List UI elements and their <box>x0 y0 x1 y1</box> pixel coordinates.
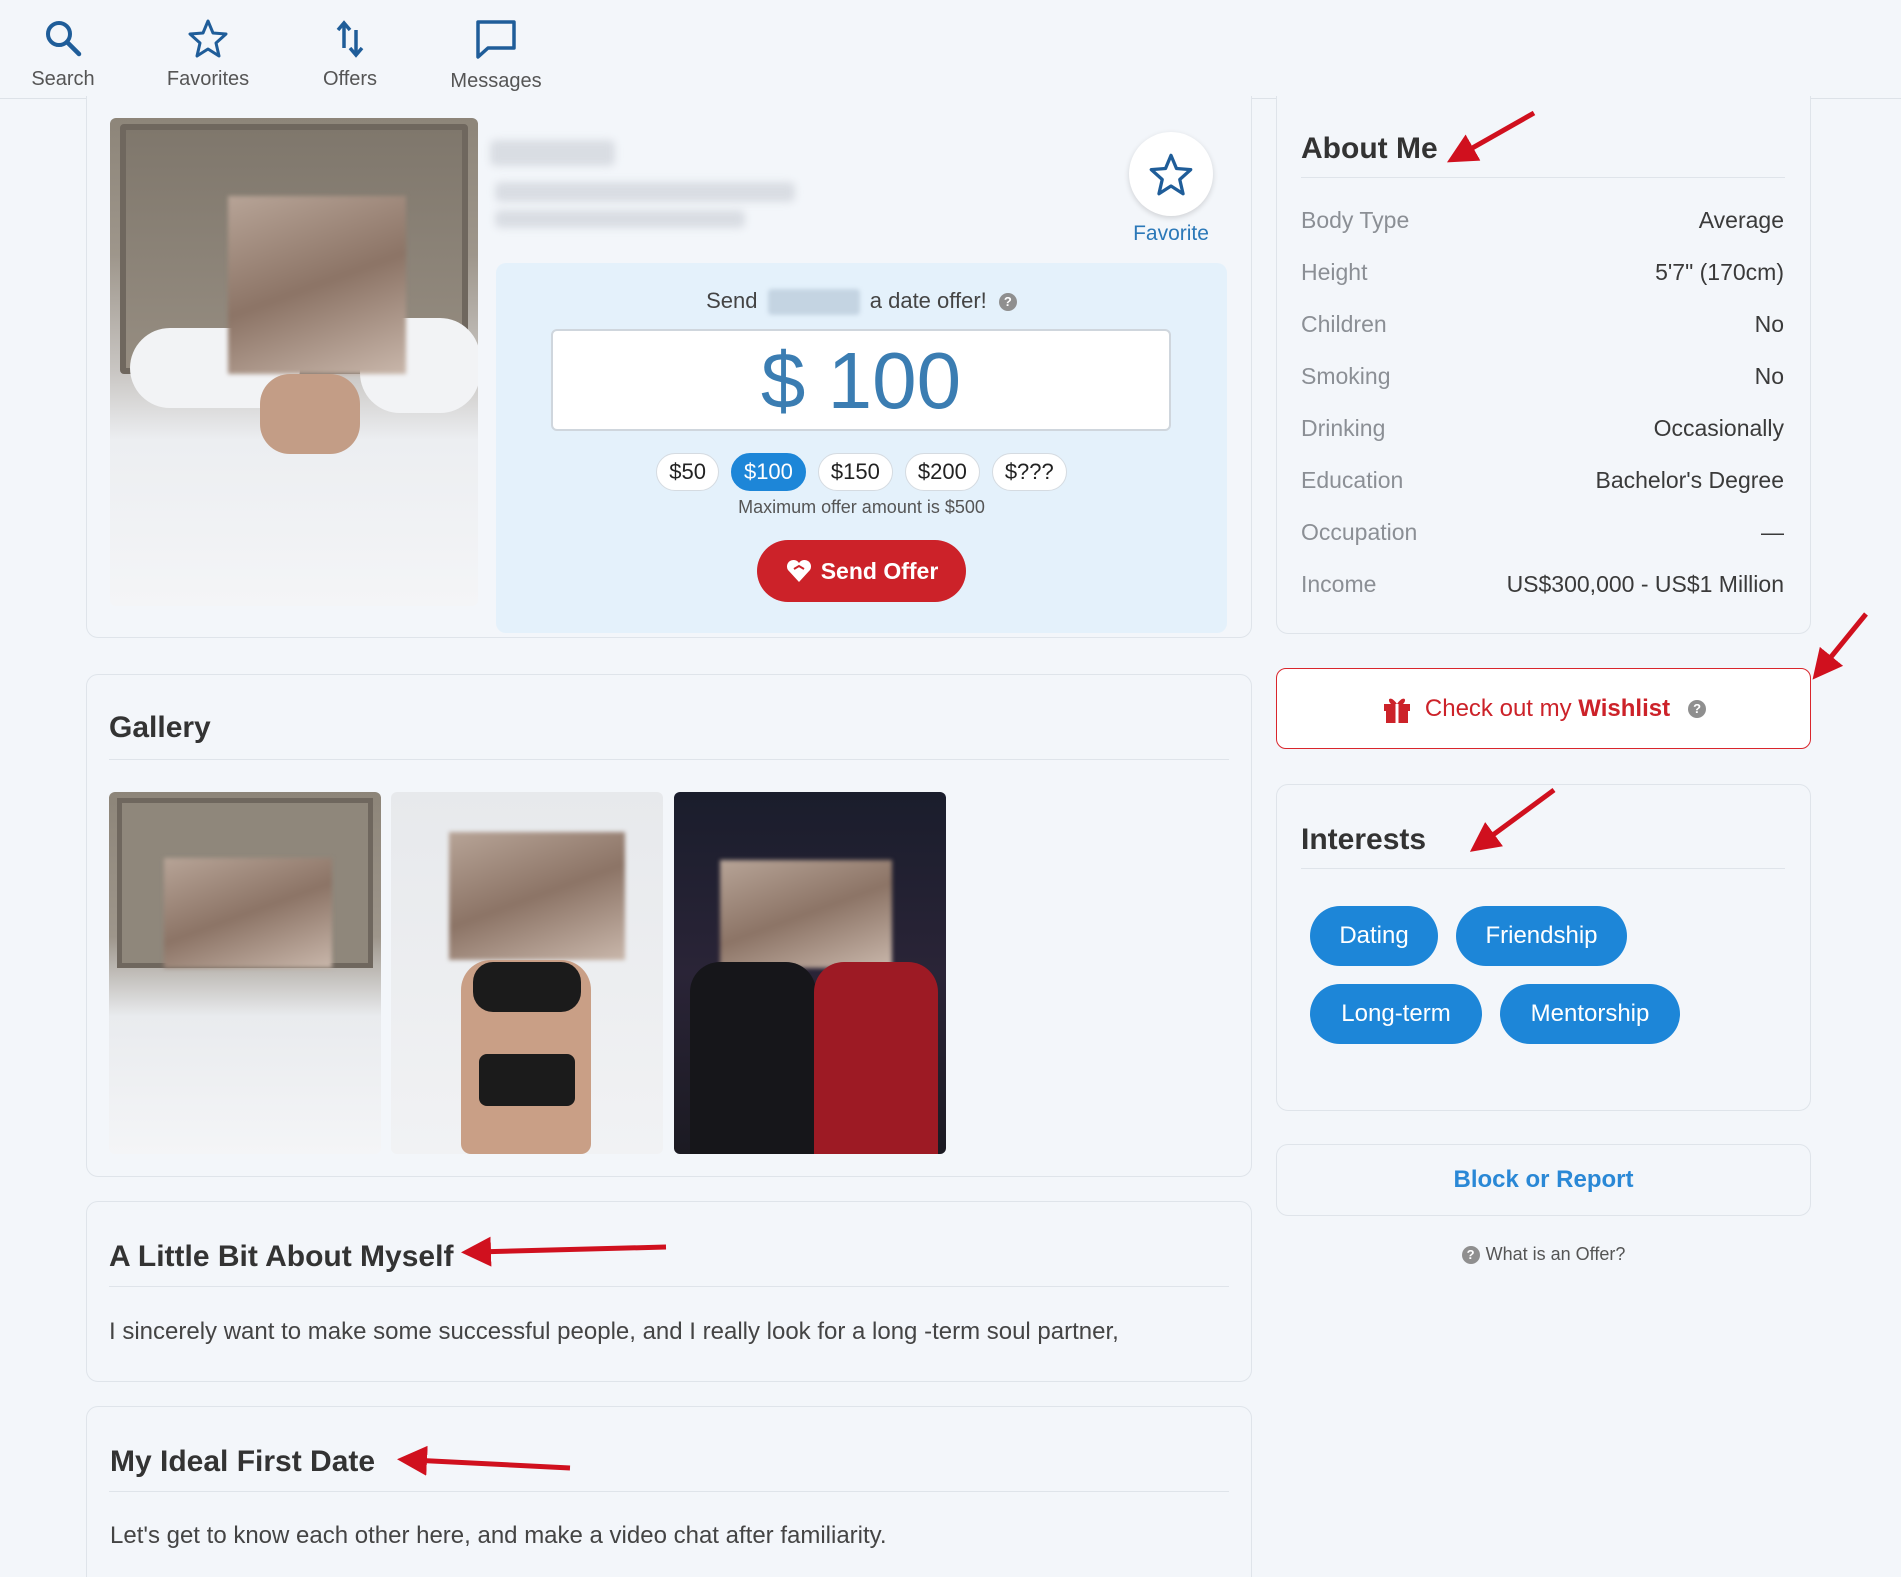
block-or-report-button[interactable]: Block or Report <box>1276 1144 1811 1216</box>
currency-symbol: $ <box>760 336 806 425</box>
blurred-face <box>449 832 625 960</box>
nav-messages[interactable]: Messages <box>446 0 546 99</box>
height-label: Height <box>1301 259 1368 285</box>
ideal-date-title: My Ideal First Date <box>110 1445 376 1478</box>
drinking-label: Drinking <box>1301 415 1386 441</box>
send-offer-label: Send Offer <box>820 557 939 584</box>
blurred-face <box>228 196 406 374</box>
about-me-title: About Me <box>1301 132 1438 165</box>
wishlist-button[interactable]: Check out my Wishlist ? <box>1276 668 1811 749</box>
help-icon[interactable]: ? <box>998 293 1017 312</box>
star-icon <box>1149 153 1193 196</box>
nav-favorites[interactable]: Favorites <box>160 0 256 99</box>
arrow-wishlist <box>1812 612 1868 680</box>
about-myself-title: A Little Bit About Myself <box>109 1240 454 1273</box>
interest-tag-mentorship: Mentorship <box>1500 984 1680 1044</box>
interest-tag-long-term: Long-term <box>1310 984 1482 1044</box>
profile-location-redacted <box>495 182 795 202</box>
occupation-label: Occupation <box>1301 519 1418 545</box>
ideal-date-text: Let's get to know each other here, and m… <box>110 1522 887 1549</box>
children-value: No <box>1754 311 1784 337</box>
heart-icon <box>786 559 811 582</box>
gallery-photo-2[interactable] <box>391 792 663 1154</box>
wishlist-label: Check out my Wishlist <box>1425 695 1670 723</box>
help-icon[interactable]: ? <box>1688 699 1707 718</box>
blurred-face <box>720 860 892 968</box>
divider <box>109 1286 1229 1287</box>
what-is-offer-label: What is an Offer? <box>1485 1244 1626 1264</box>
wishlist-bold: Wishlist <box>1578 694 1671 722</box>
occupation-value: — <box>1761 519 1784 545</box>
star-icon <box>188 19 228 58</box>
nav-messages-label: Messages <box>450 70 542 92</box>
offer-prompt-prefix: Send <box>706 288 758 313</box>
wishlist-prefix: Check out my <box>1424 694 1572 722</box>
interests-title: Interests <box>1301 823 1427 856</box>
figure-shape <box>690 962 816 1154</box>
search-icon <box>46 21 82 57</box>
amount-chip-custom[interactable]: $??? <box>991 453 1067 491</box>
what-is-offer-link[interactable]: ? What is an Offer? <box>1276 1244 1811 1265</box>
max-offer-note: Maximum offer amount is $500 <box>738 497 985 517</box>
profile-detail-redacted <box>495 210 745 228</box>
offer-prompt-suffix: a date offer! <box>869 288 987 313</box>
gallery-photo-3[interactable] <box>674 792 946 1154</box>
amount-chip-200[interactable]: $200 <box>904 453 980 491</box>
amount-chip-50[interactable]: $50 <box>656 453 719 491</box>
amount-chips: $50 $100 $150 $200 $??? <box>496 453 1227 491</box>
education-label: Education <box>1301 467 1404 493</box>
income-value: US$300,000 - US$1 Million <box>1506 571 1784 597</box>
smoking-value: No <box>1754 363 1784 389</box>
about-myself-card <box>86 1201 1252 1382</box>
chat-bubble-icon <box>476 20 516 59</box>
help-icon: ? <box>1461 1246 1480 1265</box>
profile-name-redacted <box>490 140 615 166</box>
offer-prompt: Send a date offer! ? <box>496 288 1227 316</box>
top-navigation: Search Favorites Offers Messages <box>0 0 1901 99</box>
divider <box>109 759 1229 760</box>
about-myself-text: I sincerely want to make some successful… <box>109 1318 1119 1345</box>
arrows-updown-icon <box>336 20 364 58</box>
send-offer-button[interactable]: Send Offer <box>757 540 966 602</box>
nav-offers-label: Offers <box>322 68 378 90</box>
blurred-face <box>164 858 332 968</box>
profile-photo[interactable] <box>110 118 478 606</box>
interest-tag-friendship: Friendship <box>1456 906 1627 966</box>
recipient-name-redacted <box>767 289 860 316</box>
amount-chip-100[interactable]: $100 <box>730 453 806 491</box>
interest-tag-dating: Dating <box>1310 906 1438 966</box>
favorite-label[interactable]: Favorite <box>1100 222 1242 246</box>
nav-search-label: Search <box>31 68 95 90</box>
nav-search[interactable]: Search <box>22 0 104 99</box>
body-type-label: Body Type <box>1301 207 1410 233</box>
smoking-label: Smoking <box>1301 363 1391 389</box>
height-value: 5'7" (170cm) <box>1655 259 1784 285</box>
offer-amount-input[interactable]: $ 100 <box>551 329 1171 431</box>
clothing-shape <box>479 1054 575 1106</box>
education-value: Bachelor's Degree <box>1595 467 1785 493</box>
income-label: Income <box>1301 571 1377 597</box>
nav-offers[interactable]: Offers <box>314 0 386 99</box>
amount-chip-150[interactable]: $150 <box>817 453 893 491</box>
figure-shape <box>260 374 360 454</box>
nav-favorites-label: Favorites <box>166 68 250 90</box>
body-type-value: Average <box>1698 207 1784 233</box>
date-offer-panel: Send a date offer! ? $ 100 $50 $100 $150… <box>496 263 1227 633</box>
divider <box>1301 868 1785 869</box>
gallery-title: Gallery <box>109 711 211 744</box>
children-label: Children <box>1301 311 1387 337</box>
gallery-photo-1[interactable] <box>109 792 381 1154</box>
offer-amount-value: 100 <box>827 336 962 425</box>
divider <box>109 1491 1229 1492</box>
drinking-value: Occasionally <box>1653 415 1784 441</box>
favorite-button[interactable] <box>1129 132 1213 216</box>
divider <box>1301 177 1785 178</box>
clothing-shape <box>473 962 581 1012</box>
figure-shape <box>814 962 938 1154</box>
gift-icon <box>1383 698 1410 723</box>
